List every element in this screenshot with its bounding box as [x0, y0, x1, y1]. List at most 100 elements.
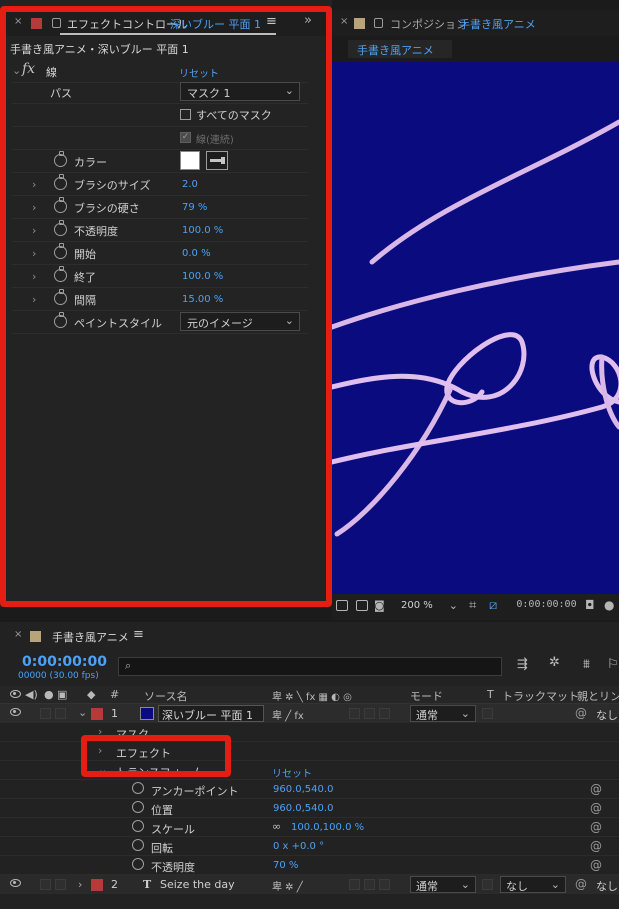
composition-canvas[interactable] [332, 62, 619, 594]
transparency-grid-icon[interactable]: ⧄ [489, 598, 497, 613]
transform-reset-link[interactable]: リセット [272, 765, 312, 780]
eye-icon[interactable] [10, 879, 21, 887]
composition-footer: ◙ 200 % ⌄ ⌗ ⧄ 0:00:00:00 ◘ ● [332, 594, 619, 620]
scale-label: スケール [151, 823, 195, 836]
adjustment-layer-toggle[interactable] [364, 879, 375, 890]
lock-toggle[interactable] [55, 708, 66, 719]
rotation-value[interactable]: 0 x +0.0 ° [273, 841, 324, 852]
layer-label-color[interactable] [91, 879, 103, 891]
solo-toggle[interactable] [40, 879, 51, 890]
draft-3d-icon[interactable]: ✲ [549, 655, 560, 670]
audio-icon: ◀) [25, 688, 38, 701]
layer-label-color[interactable] [91, 708, 103, 720]
constrain-proportions-link-icon[interactable]: ∞ [272, 820, 281, 833]
expression-spiral-icon[interactable]: @ [590, 858, 602, 872]
solo-toggle[interactable] [40, 708, 51, 719]
monitor-icon[interactable] [356, 600, 368, 611]
highlight-outline [0, 6, 332, 607]
layer-number: 2 [111, 878, 118, 891]
lock-icon[interactable] [374, 18, 383, 28]
close-tab-icon[interactable]: × [14, 629, 22, 640]
mask-visibility-icon[interactable]: ◙ [374, 599, 385, 612]
motion-blur-toggle[interactable] [349, 708, 360, 719]
layer-number-header: # [110, 688, 120, 701]
layer-switches[interactable]: 卑 ✲ ╱ [272, 878, 303, 893]
transform-opacity-row: 不透明度 70 % @ [0, 856, 619, 875]
layer-opacity-value[interactable]: 70 % [273, 860, 298, 871]
stopwatch-icon[interactable] [132, 782, 144, 794]
trackmatte-dropdown[interactable]: なし ⌄ [500, 876, 566, 893]
region-of-interest-icon[interactable] [336, 600, 348, 611]
composition-timecode[interactable]: 0:00:00:00 [514, 599, 579, 615]
trackmatte-value: なし [506, 880, 528, 893]
transform-scale-row: スケール ∞ 100.0,100.0 % @ [0, 818, 619, 837]
timeline-search-input[interactable]: ⌕ [118, 657, 502, 676]
highlight-outline [81, 735, 231, 777]
zoom-dropdown[interactable]: 200 % ⌄ [394, 597, 464, 616]
expression-spiral-icon[interactable]: @ [590, 801, 602, 815]
camera-snapshot-icon[interactable]: ◘ [585, 598, 595, 612]
layer-row-2[interactable]: › 2 T Seize the day 卑 ✲ ╱ 通常 ⌄ なし ⌄ @ なし [0, 875, 619, 894]
chevron-down-icon: ⌄ [550, 878, 560, 891]
expression-spiral-icon[interactable]: @ [590, 839, 602, 853]
transform-position-row: 位置 960.0,540.0 @ [0, 799, 619, 818]
solo-icon: ● [44, 688, 54, 701]
timeline-tab[interactable]: × 手書き風アニメ ≡ [0, 625, 619, 647]
blend-mode-value: 通常 [416, 880, 438, 893]
zoom-value: 200 % [401, 600, 433, 611]
composition-flowchart-icon[interactable]: ⇶ [517, 657, 528, 672]
blend-mode-value: 通常 [416, 709, 438, 722]
color-picker-icon[interactable]: ● [604, 598, 614, 612]
motion-blur-toggle[interactable] [349, 879, 360, 890]
layer-row-1[interactable]: ⌄ 1 深いブルー 平面 1 卑 ╱ fx 通常 ⌄ @ なし [0, 704, 619, 723]
position-value[interactable]: 960.0,540.0 [273, 803, 333, 814]
pick-whip-icon[interactable]: @ [575, 706, 587, 720]
handwriting-stroke-art [332, 119, 619, 537]
composition-subtab[interactable]: 手書き風アニメ [348, 40, 452, 58]
label-color-swatch [30, 631, 41, 642]
blend-mode-dropdown[interactable]: 通常 ⌄ [410, 876, 476, 893]
expression-spiral-icon[interactable]: @ [590, 820, 602, 834]
chevron-down-icon: ⌄ [460, 707, 470, 720]
eye-icon [10, 690, 21, 698]
composition-tab[interactable]: × コンポジション 手書き風アニメ [332, 10, 619, 36]
stopwatch-icon[interactable] [132, 820, 144, 832]
parent-link-header: 親とリンク [577, 690, 619, 703]
lock-toggle[interactable] [55, 879, 66, 890]
shy-layers-icon[interactable]: ⩩ [583, 657, 590, 672]
t-header: T [487, 688, 494, 701]
text-layer-icon: T [143, 878, 152, 891]
adjustment-layer-toggle[interactable] [364, 708, 375, 719]
layer-switches[interactable]: 卑 ╱ fx [272, 707, 304, 722]
3d-layer-toggle[interactable] [379, 708, 390, 719]
chevron-right-icon[interactable]: › [78, 878, 82, 891]
stopwatch-icon[interactable] [132, 858, 144, 870]
layer-name[interactable]: Seize the day [160, 878, 235, 891]
anchor-point-value[interactable]: 960.0,540.0 [273, 784, 333, 795]
close-tab-icon[interactable]: × [340, 16, 348, 27]
timeline-timecode[interactable]: 0:00:00:00 [22, 654, 107, 670]
stopwatch-icon[interactable] [132, 839, 144, 851]
3d-layer-toggle[interactable] [379, 879, 390, 890]
blend-mode-dropdown[interactable]: 通常 ⌄ [410, 705, 476, 722]
mode-header: モード [410, 690, 443, 703]
frame-blending-icon[interactable]: ⚐ [607, 657, 619, 672]
preserve-transparency-toggle[interactable] [482, 879, 493, 890]
switches-header-icons: 卑 ✲ ╲ fx ▦ ◐ ◎ [272, 692, 352, 703]
stopwatch-icon[interactable] [132, 801, 144, 813]
hamburger-menu-icon[interactable]: ≡ [133, 627, 144, 642]
scale-value[interactable]: 100.0,100.0 % [291, 822, 364, 833]
source-name-header[interactable]: ソース名 [144, 688, 187, 704]
parent-value[interactable]: なし [596, 878, 618, 894]
eye-icon[interactable] [10, 708, 21, 716]
layer-name-field[interactable]: 深いブルー 平面 1 [158, 705, 264, 722]
grid-icon[interactable]: ⌗ [469, 598, 476, 613]
solid-layer-icon [140, 707, 154, 720]
pick-whip-icon[interactable]: @ [575, 877, 587, 891]
chevron-down-icon: ⌄ [448, 599, 458, 612]
preserve-transparency-toggle[interactable] [482, 708, 493, 719]
label-color-swatch [354, 18, 365, 29]
chevron-down-icon[interactable]: ⌄ [78, 706, 87, 719]
expression-spiral-icon[interactable]: @ [590, 782, 602, 796]
parent-value[interactable]: なし [596, 707, 618, 723]
